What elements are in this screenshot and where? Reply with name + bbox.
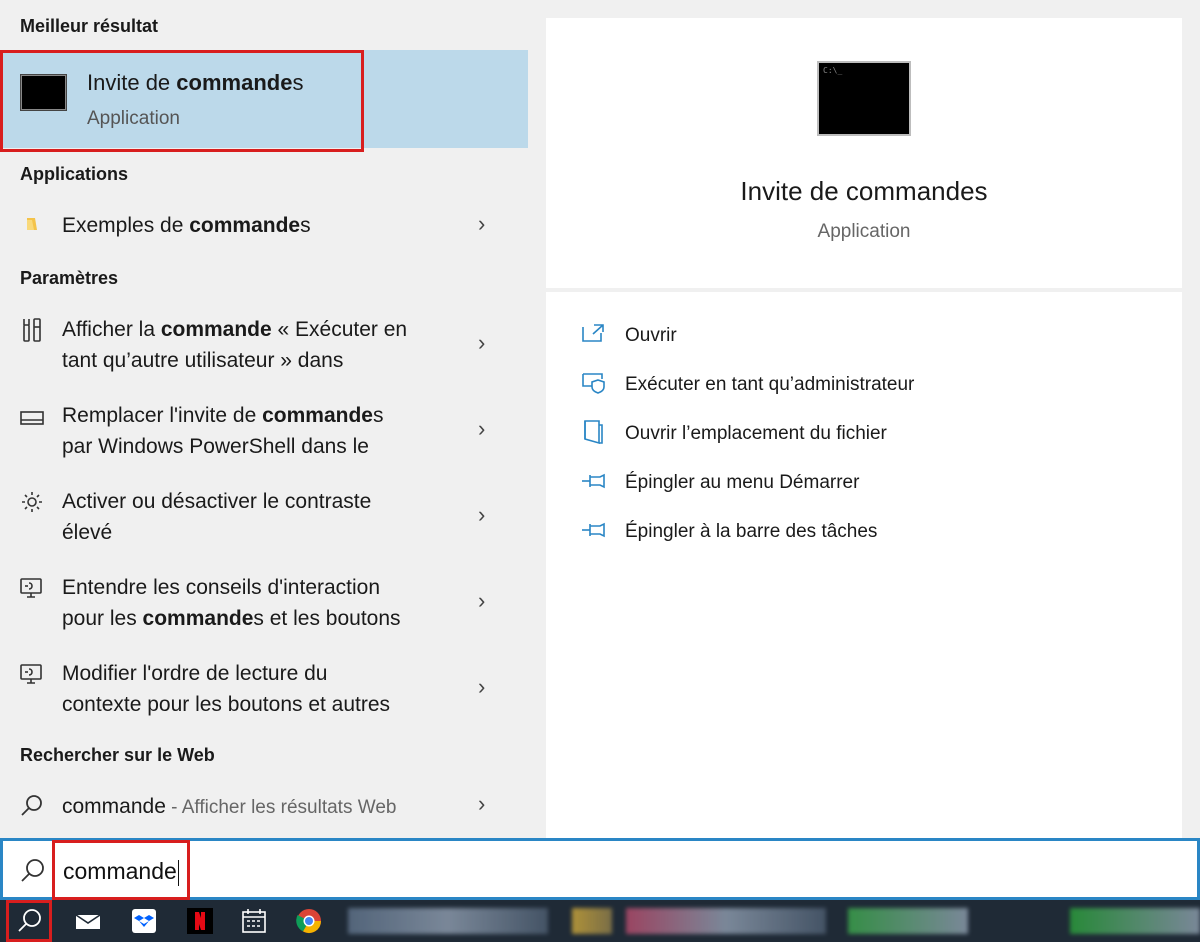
best-match-subtitle: Application xyxy=(87,108,180,129)
taskbar-app-blurred[interactable] xyxy=(626,908,826,934)
best-match-title: Invite de commandes xyxy=(87,70,304,95)
taskbar-app-blurred[interactable] xyxy=(572,908,612,934)
action-pin-taskbar[interactable]: Épingler à la barre des tâches xyxy=(546,511,1182,551)
search-bar[interactable]: commande xyxy=(0,838,1200,900)
command-prompt-icon xyxy=(20,74,67,111)
brightness-icon xyxy=(18,488,46,516)
netflix-icon[interactable] xyxy=(186,907,214,935)
narrator-icon xyxy=(18,574,46,602)
action-label: Épingler à la barre des tâches xyxy=(625,521,878,542)
chevron-right-icon: › xyxy=(478,330,486,355)
chrome-icon[interactable] xyxy=(295,907,323,935)
settings-item-label: Remplacer l'invite de commandes par Windo… xyxy=(62,404,384,458)
web-search-label: commande - Afficher les résultats Web xyxy=(62,795,397,818)
search-results-pane: Meilleur résultat Invite de commandes Ap… xyxy=(0,0,528,838)
app-details-title: Invite de commandes xyxy=(740,176,988,206)
app-result-label: Exemples de commandes xyxy=(62,214,311,237)
taskbar-app-blurred[interactable] xyxy=(348,908,548,934)
chevron-right-icon: › xyxy=(478,416,486,441)
applications-header: Applications xyxy=(20,164,129,184)
action-run-as-admin[interactable]: Exécuter en tant qu’administrateur xyxy=(546,364,1182,404)
pin-icon xyxy=(580,517,608,543)
settings-item-label: Afficher la commande « Exécuter en tant q… xyxy=(62,318,408,372)
search-input[interactable]: commande xyxy=(63,858,179,886)
narrator-icon xyxy=(18,660,46,688)
shield-icon xyxy=(580,370,608,396)
chevron-right-icon: › xyxy=(478,588,486,613)
mail-icon[interactable] xyxy=(74,907,102,935)
pin-icon xyxy=(580,468,608,494)
app-result-item[interactable]: Exemples de commandes › xyxy=(0,196,528,256)
app-details-subtitle: Application xyxy=(817,221,911,242)
action-open[interactable]: Ouvrir xyxy=(546,315,1182,355)
chevron-right-icon: › xyxy=(478,211,486,236)
settings-item-powershell[interactable]: Remplacer l'invite de commandes par Windo… xyxy=(0,398,528,480)
action-open-file-location[interactable]: Ouvrir l’emplacement du fichier xyxy=(546,413,1182,453)
action-pin-start[interactable]: Épingler au menu Démarrer xyxy=(546,462,1182,502)
file-location-icon xyxy=(580,419,608,445)
best-match-item[interactable]: Invite de commandes Application xyxy=(0,50,528,148)
settings-item-contrast[interactable]: Activer ou désactiver le contraste élevé … xyxy=(0,484,528,566)
settings-item-label: Modifier l'ordre de lecture du contexte p… xyxy=(62,662,391,716)
action-label: Ouvrir l’emplacement du fichier xyxy=(625,423,887,444)
details-pane: C:\_ Invite de commandes Application Ouv… xyxy=(528,0,1200,838)
command-prompt-large-icon: C:\_ xyxy=(817,61,911,136)
web-search-header: Rechercher sur le Web xyxy=(20,745,215,765)
actions-list: Ouvrir Exécuter en tant qu’administrateu… xyxy=(546,292,1182,838)
action-label: Épingler au menu Démarrer xyxy=(625,472,860,493)
tools-icon xyxy=(18,316,46,344)
dropbox-icon[interactable] xyxy=(130,907,158,935)
chevron-right-icon: › xyxy=(478,674,486,699)
open-icon xyxy=(580,321,608,347)
settings-header: Paramètres xyxy=(20,268,119,288)
taskbar xyxy=(0,900,1200,942)
settings-item-reading-order[interactable]: Modifier l'ordre de lecture du contexte p… xyxy=(0,656,528,738)
calendar-icon[interactable] xyxy=(240,907,268,935)
search-icon xyxy=(19,857,47,885)
search-icon xyxy=(18,791,46,819)
settings-item-run-as[interactable]: Afficher la commande « Exécuter en tant q… xyxy=(0,312,528,394)
taskbar-app-blurred[interactable] xyxy=(848,908,968,934)
chevron-right-icon: › xyxy=(478,791,486,816)
action-label: Ouvrir xyxy=(625,325,677,346)
search-icon[interactable] xyxy=(16,907,44,935)
web-search-item[interactable]: commande - Afficher les résultats Web › xyxy=(0,778,528,836)
folder-icon xyxy=(18,210,46,238)
app-details-card: C:\_ Invite de commandes Application xyxy=(546,18,1182,288)
chevron-right-icon: › xyxy=(478,502,486,527)
settings-item-label: Entendre les conseils d'interaction pour … xyxy=(62,576,401,630)
settings-item-narrator-hints[interactable]: Entendre les conseils d'interaction pour … xyxy=(0,570,528,652)
taskbar-app-blurred[interactable] xyxy=(1070,908,1200,934)
action-label: Exécuter en tant qu’administrateur xyxy=(625,374,915,395)
best-match-header: Meilleur résultat xyxy=(20,16,159,36)
settings-item-label: Activer ou désactiver le contraste élevé xyxy=(62,490,372,544)
keyboard-icon xyxy=(18,404,46,432)
